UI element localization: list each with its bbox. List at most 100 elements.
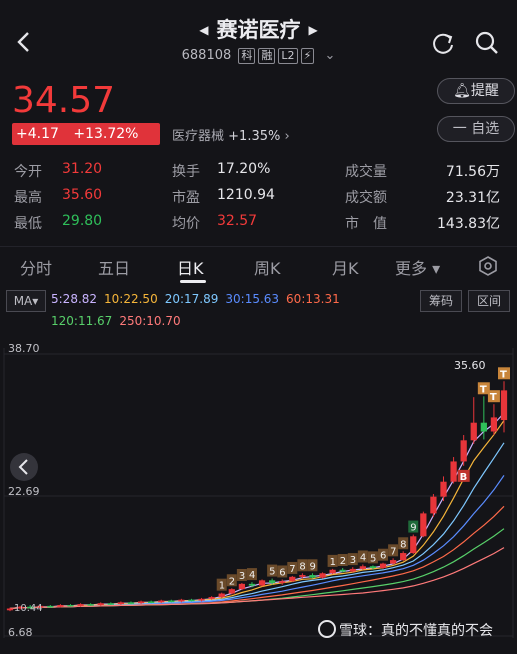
signal-count-label: 5 (269, 567, 275, 578)
candle-body (480, 422, 487, 432)
period-tabs: 分时 五日 日K 周K 月K 更多 ▾ (0, 246, 517, 285)
candle-body (470, 422, 477, 441)
stat-value-open: 31.20 (62, 161, 103, 177)
signal-count-label: 3 (239, 571, 245, 582)
tab-five-day[interactable]: 五日 (98, 255, 130, 279)
signal-count-label: 1 (330, 557, 336, 568)
candle-body (440, 481, 447, 497)
tab-daily-k[interactable]: 日K (177, 255, 204, 279)
ma20-value: 20:17.89 (164, 292, 219, 306)
stat-value-amount: 23.31亿 (445, 190, 500, 206)
kline-chart[interactable]: 1 2 3 4 5 6 7 8 9 1 2 3 4 5 6 789TTTB 38.70 22.69 6.68 … (0, 338, 517, 654)
stock-name: 赛诺医疗 (216, 18, 301, 42)
high-price-mark: 35.60 (454, 359, 486, 372)
tab-monthly-k[interactable]: 月K (332, 255, 359, 279)
stat-value-low: 29.80 (62, 213, 103, 229)
chevron-down-icon[interactable]: ⌄ (324, 48, 335, 63)
tab-more[interactable]: 更多 ▾ (395, 255, 440, 279)
current-price: 34.57 (12, 80, 116, 121)
stat-label-low: 最低 (14, 216, 42, 232)
candle-body (339, 569, 346, 572)
sector-pct: +1.35% (228, 129, 281, 144)
prev-stock-icon[interactable]: ◀ (199, 23, 208, 37)
candle-body (450, 461, 457, 482)
candle-body (158, 600, 165, 603)
signal-count-label: 2 (340, 556, 346, 567)
stat-label-marketcap: 市 值 (345, 216, 387, 232)
candle-body (148, 601, 155, 603)
candle-body (188, 599, 195, 602)
tab-intraday[interactable]: 分时 (20, 255, 52, 279)
scroll-left-button[interactable] (10, 453, 38, 481)
header-bar: ◀ 赛诺医疗 ▶ 688108 科融 L2 ⚡ ⌄ (0, 0, 517, 74)
bell-icon: 🔔︎ (453, 83, 471, 99)
remind-button[interactable]: 🔔︎提醒 (437, 78, 515, 104)
remind-label: 提醒 (470, 83, 499, 99)
candle-body (430, 496, 437, 514)
ma5-value: 5:28.82 (51, 292, 98, 306)
candle-body (349, 568, 356, 572)
tag-l2: L2 (278, 48, 298, 64)
candle-body (389, 560, 397, 564)
stat-label-high: 最高 (14, 190, 42, 206)
candle-body (400, 553, 407, 561)
search-icon[interactable] (474, 30, 500, 56)
price-change-pct: +13.72% (73, 126, 139, 142)
lightning-icon: ⚡ (300, 48, 315, 64)
tab-weekly-k[interactable]: 周K (254, 255, 281, 279)
chevron-right-icon: › (284, 129, 290, 144)
sector-link[interactable]: 医疗器械 +1.35% › (172, 125, 290, 144)
ma10-value: 10:22.50 (104, 292, 158, 306)
candle-body (258, 580, 266, 586)
stat-label-turnover: 换手 (172, 164, 200, 180)
settings-hexagon-icon[interactable] (478, 256, 498, 276)
candle-body (67, 604, 74, 607)
candle-body (359, 566, 366, 569)
tag-margin: 融 (258, 48, 276, 64)
tag-kechuang: 科 (238, 48, 256, 64)
range-button[interactable]: 区间 (468, 290, 510, 312)
signal-count-label: 5 (370, 553, 376, 564)
stat-value-high: 35.60 (62, 187, 103, 203)
stat-value-pe: 1210.94 (217, 187, 275, 203)
active-tab-indicator (180, 280, 206, 283)
refresh-share-icon[interactable] (430, 30, 456, 56)
y-axis-top-label: 38.70 (8, 342, 40, 355)
signal-count-label: 4 (360, 552, 366, 563)
stock-code: 688108 (181, 48, 232, 63)
watchlist-label: 一 自选 (452, 121, 500, 137)
candle-body (379, 563, 387, 569)
candle-body (178, 599, 185, 602)
candle-body (238, 583, 246, 590)
candle-body (248, 583, 256, 586)
ma-selector[interactable]: MA▾ (6, 290, 46, 312)
sector-name: 医疗器械 (172, 129, 225, 144)
chips-button[interactable]: 筹码 (420, 290, 462, 312)
candle-body (268, 580, 276, 583)
candle-body (490, 417, 498, 432)
candle-body (309, 575, 316, 578)
candle-body (137, 601, 145, 604)
change-badge: +4.17 +13.72% (12, 123, 160, 145)
top-signal-label: T (480, 384, 487, 395)
y-axis-mid-label: 22.69 (8, 485, 40, 498)
signal-count-label: 3 (350, 555, 356, 566)
stat-value-avg: 32.57 (217, 213, 258, 229)
price-change: +4.17 (16, 126, 59, 142)
candle-body (500, 390, 508, 421)
candle-body (97, 603, 104, 605)
next-stock-icon[interactable]: ▶ (309, 23, 318, 37)
stat-value-volume: 71.56万 (445, 164, 500, 180)
candle-body (168, 600, 175, 603)
candle-body (410, 536, 417, 554)
candle-body (77, 604, 84, 606)
add-watchlist-button[interactable]: 一 自选 (437, 116, 515, 142)
top-signal-label: T (490, 392, 497, 403)
candle-body (319, 573, 326, 578)
candle-body (6, 608, 14, 611)
signal-count-label: 7 (390, 546, 396, 557)
ma-selector-label: MA (13, 294, 33, 308)
candle-body (57, 604, 64, 607)
signal-count-label: 8 (299, 561, 305, 572)
snowball-logo-icon (318, 620, 336, 638)
